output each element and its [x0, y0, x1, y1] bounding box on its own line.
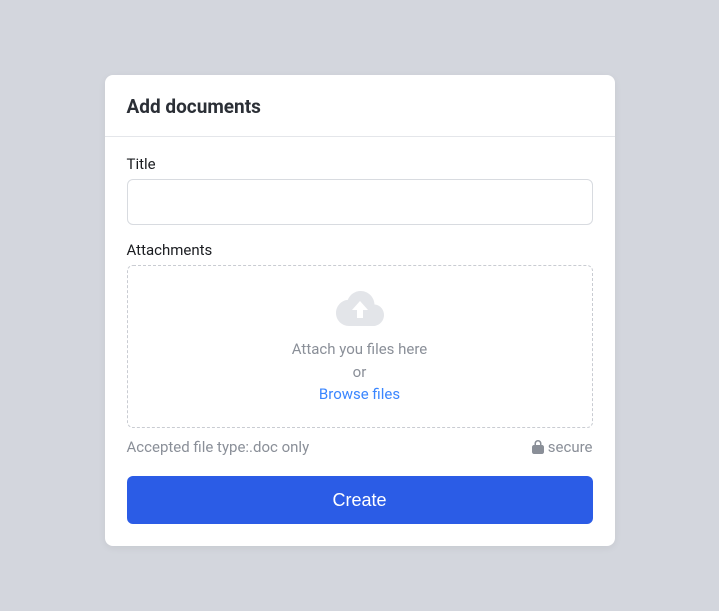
attachments-label: Attachments — [127, 241, 593, 259]
lock-icon — [532, 440, 544, 454]
secure-label: secure — [548, 438, 593, 456]
create-button[interactable]: Create — [127, 476, 593, 524]
accepted-filetype-hint: Accepted file type:.doc only — [127, 438, 310, 456]
title-label: Title — [127, 155, 593, 173]
add-documents-card: Add documents Title Attachments Attach y… — [105, 75, 615, 546]
dropzone-primary-text: Attach you files here — [138, 338, 582, 361]
file-hint-row: Accepted file type:.doc only secure — [127, 438, 593, 456]
title-input[interactable] — [127, 179, 593, 225]
attachments-group: Attachments Attach you files here or Bro… — [127, 241, 593, 456]
cloud-upload-icon — [336, 288, 384, 328]
dropzone-or-text: or — [138, 361, 582, 384]
card-title: Add documents — [127, 95, 593, 118]
card-header: Add documents — [105, 75, 615, 137]
card-body: Title Attachments Attach you files here … — [105, 137, 615, 546]
file-dropzone[interactable]: Attach you files here or Browse files — [127, 265, 593, 428]
secure-badge: secure — [532, 438, 593, 456]
browse-files-link[interactable]: Browse files — [319, 385, 400, 403]
title-group: Title — [127, 155, 593, 225]
